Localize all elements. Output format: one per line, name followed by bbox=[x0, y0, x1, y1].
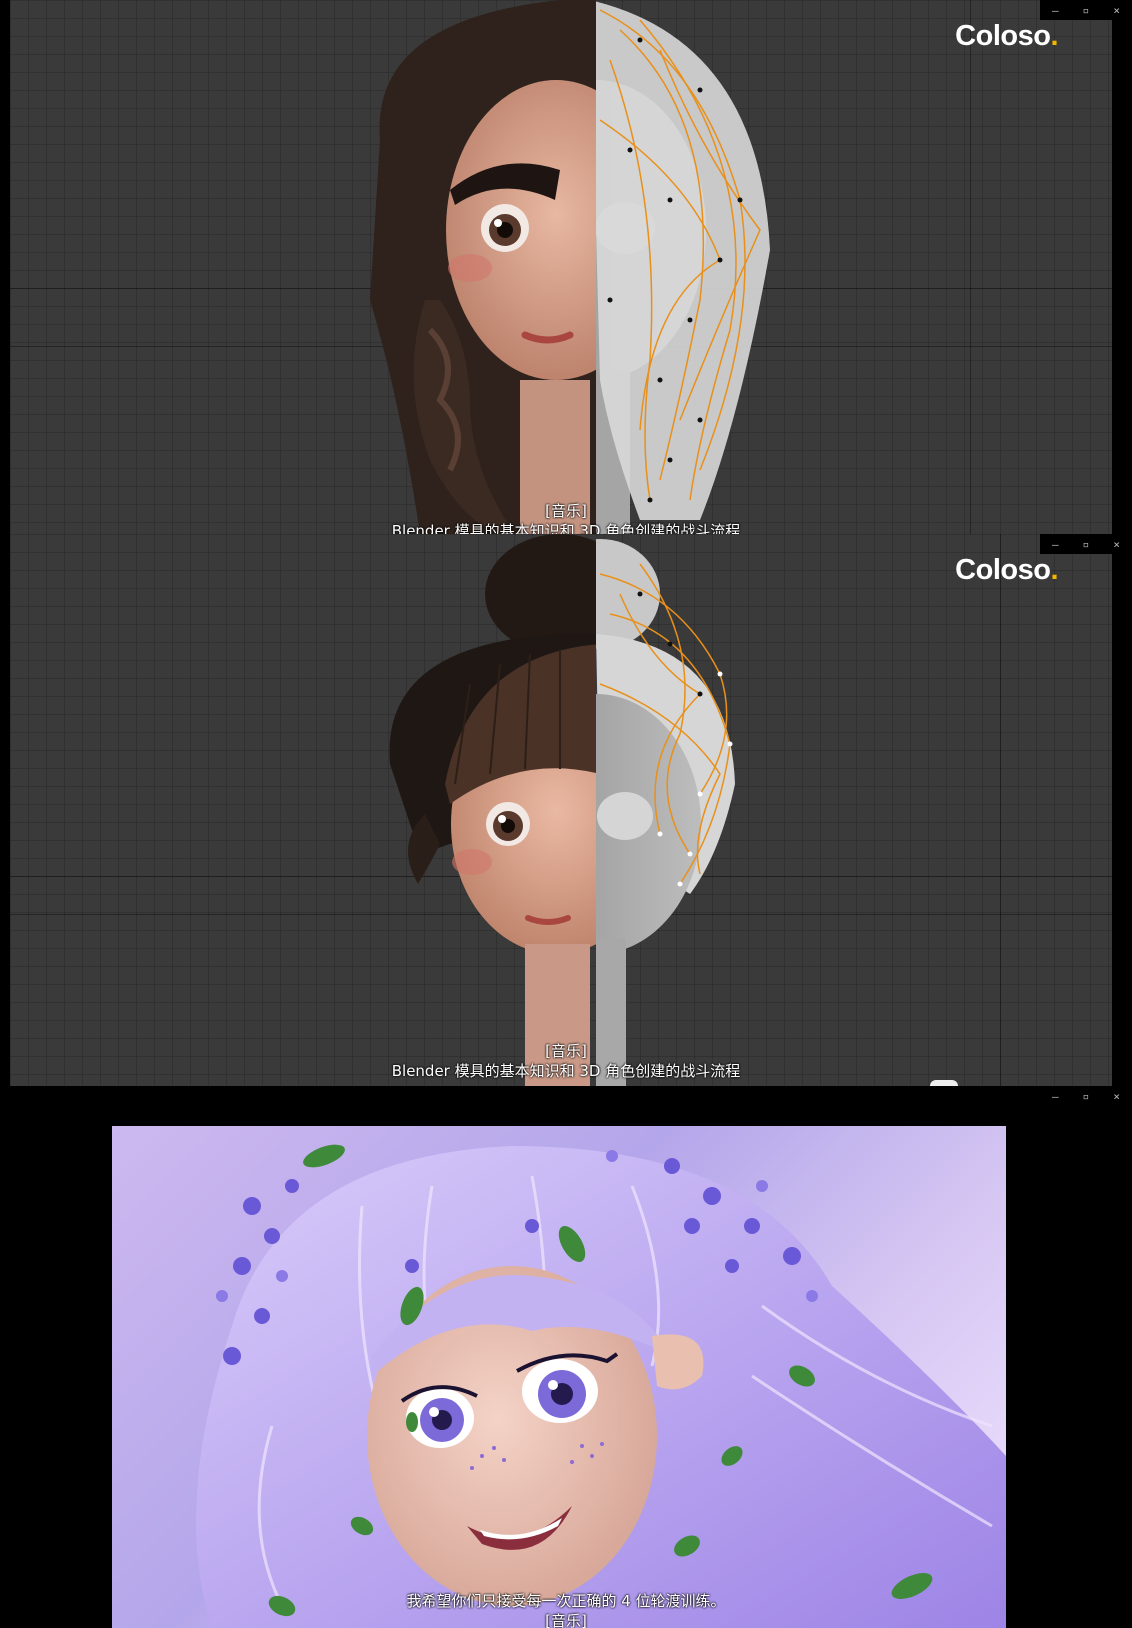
video-frame-1: Coloso. [音乐] Blender 模具的基本知识和 3D 角色创建的战斗… bbox=[0, 0, 1132, 534]
subtitle-line-2: [音乐] bbox=[545, 1612, 587, 1628]
restore-icon[interactable]: ▫ bbox=[1076, 538, 1096, 551]
close-icon[interactable]: × bbox=[1107, 4, 1127, 17]
restore-icon[interactable]: ▫ bbox=[1076, 1090, 1096, 1103]
minimize-icon[interactable]: — bbox=[1045, 4, 1065, 17]
subtitle-line-1: [音乐] bbox=[545, 502, 587, 520]
subtitle-line-2: Blender 模具的基本知识和 3D 角色创建的战斗流程 bbox=[391, 1062, 741, 1080]
video-frame-3: 我希望你们只接受每一次正确的 4 位轮渡训练。 [音乐] — ▫ × bbox=[0, 1086, 1132, 1628]
close-icon[interactable]: × bbox=[1107, 538, 1127, 551]
subtitle-line-1: [音乐] bbox=[545, 1042, 587, 1060]
subtitle-line-1: 我希望你们只接受每一次正确的 4 位轮渡训练。 bbox=[406, 1592, 726, 1610]
minimize-icon[interactable]: — bbox=[1045, 538, 1065, 551]
video-frame-2: Coloso. [音乐] Blender 模具的基本知识和 3D 角色创建的战斗… bbox=[0, 534, 1132, 1086]
window-controls: — ▫ × bbox=[1040, 0, 1132, 20]
lilac-character-slide bbox=[112, 1126, 1006, 1628]
minimize-icon[interactable]: — bbox=[1045, 1090, 1065, 1103]
lilac-character-render bbox=[196, 1144, 1006, 1628]
character-render-braid bbox=[370, 0, 770, 534]
close-icon[interactable]: × bbox=[1107, 1090, 1127, 1103]
character-render-bun bbox=[389, 534, 735, 1086]
coloso-logo: Coloso. bbox=[955, 554, 1058, 586]
window-controls: — ▫ × bbox=[1040, 1086, 1132, 1106]
subtitle-line-2: Blender 模具的基本知识和 3D 角色创建的战斗流程 bbox=[391, 522, 741, 534]
coloso-logo: Coloso. bbox=[955, 20, 1058, 52]
window-controls: — ▫ × bbox=[1040, 534, 1132, 554]
restore-icon[interactable]: ▫ bbox=[1076, 4, 1096, 17]
